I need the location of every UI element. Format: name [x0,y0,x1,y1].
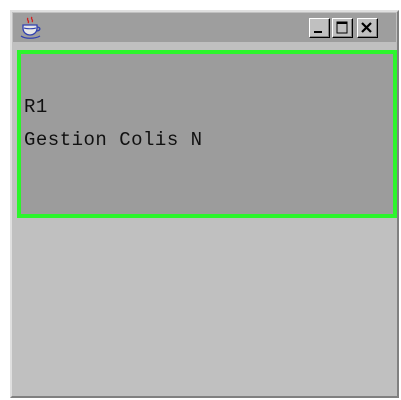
close-button[interactable] [357,18,378,38]
minimize-button[interactable] [309,18,330,38]
content-panel: R1 Gestion Colis N [17,50,397,218]
minimize-icon [314,31,322,33]
text-line-r1: R1 [24,96,48,118]
text-line-gestion-colis: Gestion Colis N [24,129,203,151]
application-window: R1 Gestion Colis N [10,10,399,398]
maximize-button[interactable] [332,18,353,38]
title-bar[interactable] [13,13,396,42]
java-cup-icon[interactable] [19,16,43,40]
close-icon [361,22,372,33]
maximize-icon [336,21,348,34]
